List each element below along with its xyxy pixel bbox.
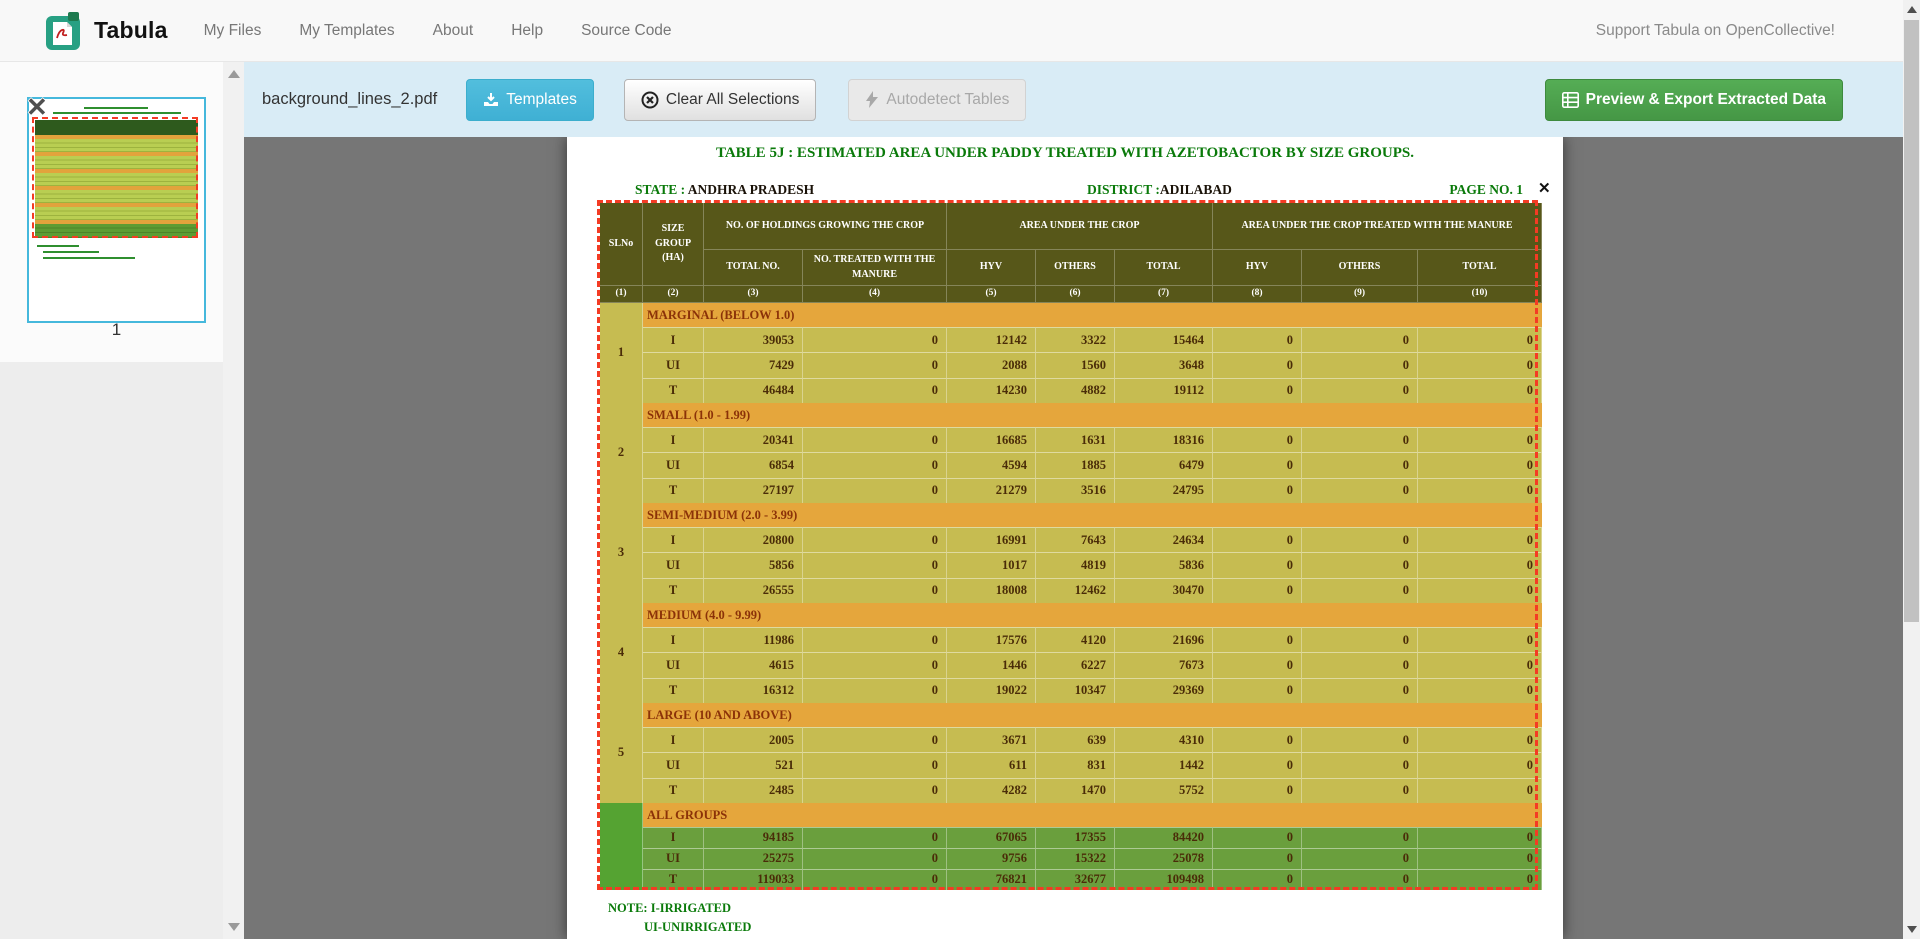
state-text: STATE : ANDHRA PRADESH (635, 182, 814, 198)
nav-item-source-code[interactable]: Source Code (562, 0, 690, 62)
scrollbar-thumb[interactable] (1904, 20, 1919, 622)
export-button-label: Preview & Export Extracted Data (1586, 91, 1826, 109)
nav-links: My Files My Templates About Help Source … (185, 0, 691, 62)
pdf-viewer: TABLE 5J : ESTIMATED AREA UNDER PADDY TR… (244, 137, 1903, 939)
export-button[interactable]: Preview & Export Extracted Data (1545, 79, 1843, 121)
table-list-icon (1562, 92, 1579, 108)
templates-button-label: Templates (506, 91, 577, 109)
app-root: Tabula My Files My Templates About Help … (0, 0, 1920, 939)
autodetect-tables-label: Autodetect Tables (886, 91, 1009, 109)
navbar: Tabula My Files My Templates About Help … (0, 0, 1903, 62)
autodetect-tables-button[interactable]: Autodetect Tables (848, 79, 1026, 121)
thumbnail-note-line (37, 245, 79, 247)
sidebar-scroll-down-icon[interactable] (228, 923, 240, 931)
thumbnail-title-line (84, 107, 148, 109)
sidebar-scroll-up-icon[interactable] (228, 70, 240, 78)
support-link[interactable]: Support Tabula on OpenCollective! (1596, 22, 1835, 40)
page-no-text: PAGE NO. 1 (1449, 182, 1523, 198)
selection-close-button[interactable]: ✕ (1538, 181, 1551, 196)
nav-item-help[interactable]: Help (492, 0, 562, 62)
templates-icon (483, 92, 499, 108)
thumbnail-panel: ✕ 1 (0, 62, 223, 362)
pdf-page[interactable]: TABLE 5J : ESTIMATED AREA UNDER PADDY TR… (567, 137, 1563, 939)
tabula-logo-icon (46, 12, 82, 50)
lightning-icon (865, 91, 879, 108)
district-text: DISTRICT :ADILABAD (1087, 182, 1232, 198)
clear-selections-label: Clear All Selections (666, 91, 800, 109)
clear-circle-x-icon (641, 91, 659, 109)
document-filename: background_lines_2.pdf (262, 90, 437, 109)
toolbar: background_lines_2.pdf Templates Clear A… (244, 62, 1903, 137)
brand-title: Tabula (94, 17, 168, 44)
page-thumbnail[interactable] (27, 97, 206, 323)
pdf-title: TABLE 5J : ESTIMATED AREA UNDER PADDY TR… (567, 145, 1563, 162)
thumbnail-note-line (43, 257, 135, 259)
clear-selections-button[interactable]: Clear All Selections (624, 79, 817, 121)
note-line-2: UI-UNIRRIGATED (644, 920, 751, 935)
pdf-meta-row: STATE : ANDHRA PRADESH DISTRICT :ADILABA… (567, 182, 1563, 200)
selection-box[interactable] (597, 200, 1538, 890)
templates-button[interactable]: Templates (466, 79, 594, 121)
sidebar: ✕ 1 (0, 62, 244, 939)
note-line-1: NOTE: I-IRRIGATED (608, 901, 731, 916)
window-scrollbar[interactable] (1903, 0, 1920, 939)
nav-item-my-files[interactable]: My Files (185, 0, 281, 62)
scrollbar-up-arrow-icon[interactable] (1907, 6, 1917, 13)
page-number-label: 1 (27, 320, 206, 340)
thumbnail-note-line (43, 251, 99, 253)
nav-item-about[interactable]: About (414, 0, 493, 62)
thumbnail-title-line (53, 112, 181, 114)
brand-link[interactable]: Tabula (46, 12, 168, 50)
scrollbar-down-arrow-icon[interactable] (1907, 926, 1917, 933)
sidebar-scrollbar[interactable] (223, 62, 244, 939)
nav-item-my-templates[interactable]: My Templates (280, 0, 413, 62)
remove-page-button[interactable]: ✕ (26, 94, 48, 120)
thumbnail-selection-overlay (32, 117, 198, 238)
